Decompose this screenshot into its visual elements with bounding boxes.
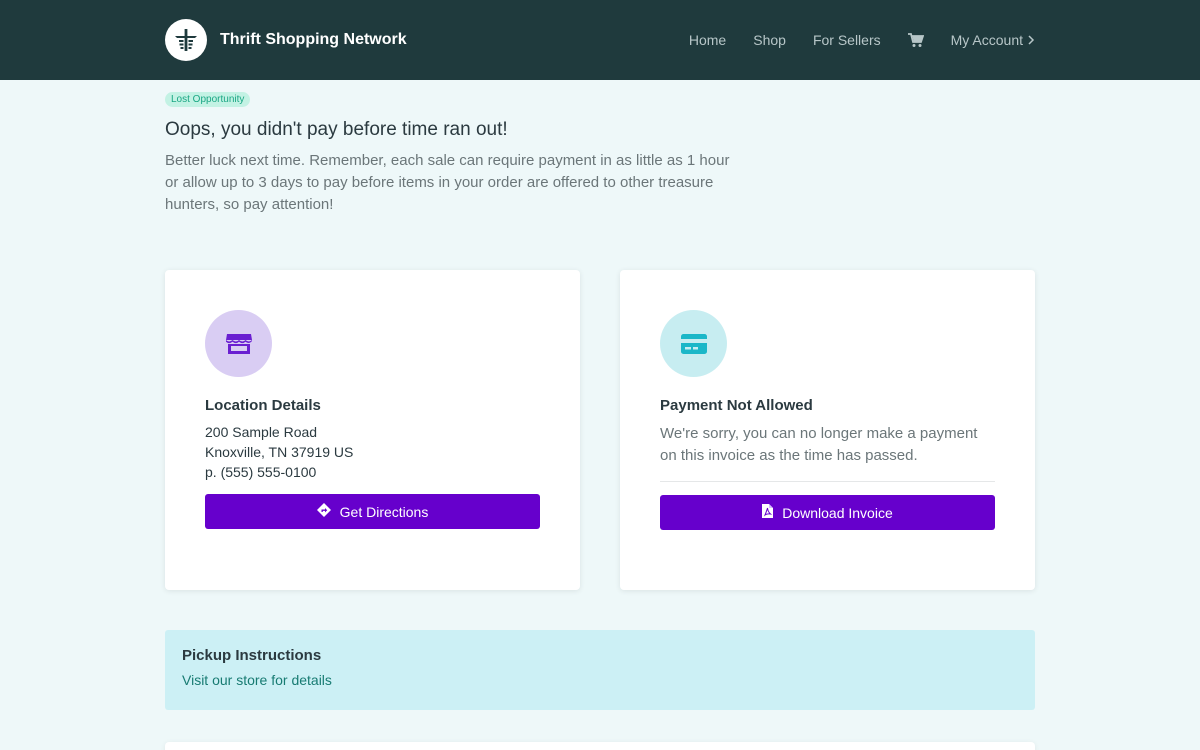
pickup-details-link[interactable]: Visit our store for details (182, 672, 332, 688)
nav-for-sellers[interactable]: For Sellers (813, 32, 881, 48)
location-card: Location Details 200 Sample Road Knoxvil… (165, 270, 580, 590)
get-directions-label: Get Directions (339, 503, 429, 520)
download-invoice-label: Download Invoice (782, 504, 893, 521)
info-cards: Location Details 200 Sample Road Knoxvil… (165, 270, 1035, 590)
main-content: Lost Opportunity Oops, you didn't pay be… (165, 80, 1035, 750)
chevron-right-icon (1027, 32, 1035, 48)
basket-logo-icon (165, 19, 207, 61)
brand-name: Thrift Shopping Network (220, 31, 407, 48)
navbar-inner: Thrift Shopping Network Home Shop For Se… (165, 0, 1035, 80)
navbar: Thrift Shopping Network Home Shop For Se… (0, 0, 1200, 80)
payment-card: Payment Not Allowed We're sorry, you can… (620, 270, 1035, 590)
nav-my-account-label: My Account (950, 32, 1023, 48)
payment-title: Payment Not Allowed (660, 397, 813, 414)
pickup-title: Pickup Instructions (182, 647, 322, 664)
payment-message: We're sorry, you can no longer make a pa… (660, 425, 978, 464)
nav-home[interactable]: Home (689, 32, 726, 48)
next-section-card (165, 742, 1035, 750)
store-icon (205, 310, 272, 377)
status-message: Better luck next time. Remember, each sa… (165, 152, 730, 213)
status-badge: Lost Opportunity (165, 92, 251, 107)
brand[interactable]: Thrift Shopping Network (165, 19, 407, 61)
directions-icon (316, 503, 331, 520)
download-invoice-button[interactable]: Download Invoice (660, 495, 995, 530)
address: 200 Sample Road Knoxville, TN 37919 US p… (205, 422, 540, 482)
nav-shop[interactable]: Shop (753, 32, 786, 48)
phone-number: p. (555) 555-0100 (205, 464, 317, 480)
pdf-file-icon (762, 504, 774, 521)
pickup-instructions: Pickup Instructions Visit our store for … (165, 630, 1035, 710)
location-title: Location Details (205, 397, 321, 414)
divider (660, 481, 995, 482)
get-directions-button[interactable]: Get Directions (205, 494, 540, 529)
credit-card-icon (660, 310, 727, 377)
page-title: Oops, you didn't pay before time ran out… (165, 119, 508, 140)
address-line2: Knoxville, TN 37919 US (205, 444, 354, 460)
nav-my-account[interactable]: My Account (951, 32, 1035, 48)
cart-icon[interactable] (907, 32, 924, 48)
main-nav: Home Shop For Sellers My Account (689, 32, 1035, 48)
address-line1: 200 Sample Road (205, 424, 318, 440)
